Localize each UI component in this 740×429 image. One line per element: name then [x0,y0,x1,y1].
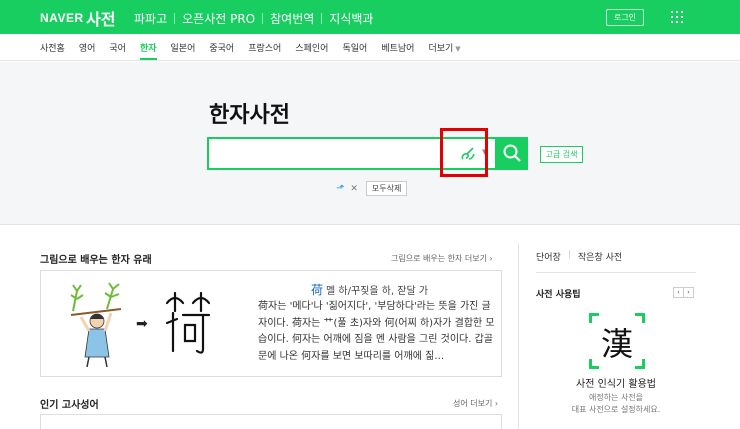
history-arrow-icon[interactable]: ⬏ [336,183,344,194]
tab-wordbook[interactable]: 단어장 [536,250,561,263]
hanja-heading: 荷멜 하/꾸짖을 하, 잗달 가 [311,281,428,298]
tip-description: 애정하는 사전을 대표 사전으로 설정하세요. [536,392,696,416]
search-input[interactable] [213,143,433,164]
tip-title[interactable]: 사전 인식기 활용법 [536,375,696,390]
tip-desc-line: 대표 사전으로 설정하세요. [571,405,661,414]
dictionary-tabs: 사전홈 영어 국어 한자 일본어 중국어 프랑스어 스페인어 독일어 베트남어 … [0,34,740,61]
clear-all-button[interactable]: 모두삭제 [365,181,408,196]
origin-more-link[interactable]: 그림으로 배우는 한자 더보기 › [391,253,493,264]
advanced-search-button[interactable]: 고급 검색 [540,146,583,163]
tab-mini-dict[interactable]: 작은창 사전 [578,250,622,263]
search-button[interactable] [496,137,528,170]
search-history: ⬏ ✕ 모두삭제 [336,181,408,196]
tab-home[interactable]: 사전홈 [40,41,65,54]
nav-open-dict[interactable]: 오픈사전 PRO [175,10,262,27]
tab-spanish[interactable]: 스페인어 [295,41,328,54]
origin-card[interactable]: ➡ 荷멜 하/꾸짖을 하, 잗달 가 荷자는 '메다'나 '짊어지다', '부담… [40,270,502,377]
naver-logo[interactable]: NAVER [40,11,84,25]
search-icon [503,144,521,162]
search-area: 한자사전 ▼ 고급 검색 ⬏ ✕ 모두삭제 [0,62,740,225]
nav-translation[interactable]: 참여번역 [263,10,321,27]
page-title: 한자사전 [209,103,290,128]
hanja-meaning: 멜 하/꾸짖을 하, 잗달 가 [326,286,429,297]
grid-icon[interactable] [671,11,683,23]
tips-title: 사전 사용팁 [536,290,581,300]
chevron-down-icon: ▼ [455,45,461,53]
seal-script-character [165,291,211,354]
top-bar: NAVER 사전 파파고 오픈사전 PRO 참여번역 지식백과 로그인 [0,0,740,34]
origin-more-label: 그림으로 배우는 한자 더보기 [391,254,487,263]
arrow-right-icon: ➡ [136,316,148,332]
hanja-recognizer-icon[interactable]: 漢 [589,313,645,369]
login-button[interactable]: 로그인 [606,9,644,26]
origin-description: 荷자는 '메다'나 '짊어지다', '부담하다'라는 뜻을 가진 글자이다. 荷… [258,301,495,362]
tab-german[interactable]: 독일어 [342,41,367,54]
tab-vietnamese[interactable]: 베트남어 [381,41,414,54]
right-tabs: 단어장 | 작은창 사전 [536,250,622,263]
tab-korean[interactable]: 국어 [109,41,126,54]
tab-chinese[interactable]: 중국어 [209,41,234,54]
close-icon[interactable]: ✕ [350,184,358,194]
tab-more-label: 더보기 [428,44,454,54]
tab-hanja[interactable]: 한자 [139,41,157,60]
tab-divider: | [567,250,571,260]
idioms-more-label: 성어 더보기 [453,399,493,408]
section-title-origin: 그림으로 배우는 한자 유래 [40,255,152,266]
nav-papago[interactable]: 파파고 [127,10,174,27]
tip-desc-line: 애정하는 사전을 [588,393,644,402]
idioms-card [40,414,502,429]
divider [536,272,696,273]
idioms-more-link[interactable]: 성어 더보기 › [453,398,498,409]
tab-french[interactable]: 프랑스어 [248,41,281,54]
hanja-icon-char: 漢 [600,325,633,363]
nav-encyclopedia[interactable]: 지식백과 [322,10,380,27]
column-divider [518,243,519,429]
tab-english[interactable]: 영어 [79,41,96,54]
hanja-char[interactable]: 荷 [311,283,323,297]
section-title-idioms: 인기 고사성어 [40,400,99,411]
tab-more[interactable]: 더보기 ▼ [428,41,460,54]
top-nav: 파파고 오픈사전 PRO 참여번역 지식백과 [127,10,380,27]
highlight-box [440,128,488,177]
service-title[interactable]: 사전 [86,6,115,30]
tips-pager: ‹ › [673,287,694,298]
illustration-figure [70,282,122,368]
tab-japanese[interactable]: 일본어 [171,41,196,54]
next-button[interactable]: › [683,287,694,298]
